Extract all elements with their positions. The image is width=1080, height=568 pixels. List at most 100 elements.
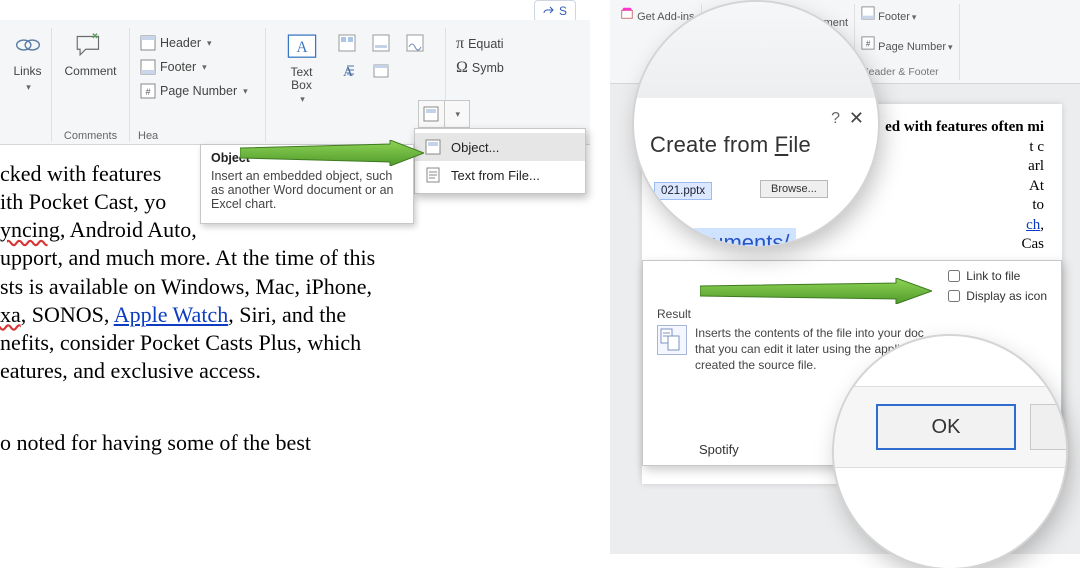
ribbon-group-comments: Comment Comments	[52, 28, 130, 142]
svg-text:A: A	[296, 39, 307, 56]
doc-line: o noted for having some of the best	[0, 430, 311, 455]
svg-text:#: #	[145, 87, 150, 97]
omega-icon: Ω	[456, 59, 468, 77]
ribbon-group-links: Links ▾	[4, 28, 52, 142]
drop-cap-icon: A	[338, 62, 356, 80]
header-icon	[140, 35, 156, 51]
object-button-dropdown[interactable]: ▾	[445, 101, 470, 127]
display-as-icon-label: Display as icon	[966, 289, 1047, 303]
link-icon	[11, 30, 45, 60]
doc-line: , Android Auto,	[60, 217, 197, 242]
footer-icon	[140, 59, 156, 75]
symbol-button[interactable]: Ω Symb	[452, 56, 508, 80]
right-page-number-label: Page Number	[878, 41, 946, 53]
link-to-file-input[interactable]	[948, 270, 960, 282]
quick-parts-button[interactable]	[331, 30, 363, 56]
share-button[interactable]: S	[534, 0, 576, 22]
doc-line: sts is available on Windows, Mac, iPhone…	[0, 274, 372, 299]
footer-button[interactable]: Footer ▾	[136, 56, 252, 78]
browse-button[interactable]: Browse...	[760, 180, 828, 198]
magnifier-top: ? ✕ Create from File 021.pptx Browse... …	[634, 2, 878, 246]
menu-item-object-label: Object...	[451, 140, 499, 155]
doc-line: , SONOS,	[21, 302, 114, 327]
drop-cap-button[interactable]: A	[331, 58, 363, 84]
embed-icon	[658, 326, 688, 356]
footer-label: Footer	[160, 60, 196, 74]
comment-label: Comment	[64, 64, 116, 78]
share-label: S	[559, 4, 567, 18]
create-from-file-tab[interactable]: Create from File	[650, 132, 811, 157]
chevron-down-icon: ▾	[207, 38, 212, 49]
links-button[interactable]: Links ▾	[7, 28, 49, 95]
right-doc-link[interactable]: ch	[1026, 217, 1040, 233]
signature-icon	[406, 34, 424, 52]
comment-icon	[73, 30, 107, 60]
chevron-down-icon: ▾	[243, 86, 248, 97]
doc-line: upport, and much more. At the time of th…	[0, 245, 375, 270]
right-doc-line: to	[1032, 197, 1044, 213]
ribbon-group-header-footer: Header ▾ Footer ▾ # Page Number ▾ Hea	[130, 28, 266, 142]
text-box-label: Text Box	[290, 66, 312, 92]
doc-line: cked with features	[0, 161, 161, 186]
right-doc-line: t c	[1029, 139, 1044, 155]
date-time-icon	[372, 62, 390, 80]
text-box-button[interactable]: A Text Box ▾	[281, 30, 323, 107]
object-icon	[425, 139, 441, 155]
magnifier-bottom: OK	[834, 336, 1066, 568]
doc-line: eatures, and exclusive access.	[0, 358, 261, 383]
header-button[interactable]: Header ▾	[136, 32, 252, 54]
store-icon	[620, 6, 634, 20]
dialog-result-header: Result	[657, 307, 1047, 321]
chevron-down-icon: ▾	[26, 82, 31, 93]
object-split-button[interactable]: ▾	[418, 100, 470, 128]
header-label: Header	[160, 36, 201, 50]
blank-cell	[399, 58, 431, 84]
object-icon	[423, 106, 439, 122]
result-icon	[657, 325, 687, 355]
link-to-file-label: Link to file	[966, 269, 1020, 283]
display-as-icon-checkbox[interactable]: Display as icon	[948, 289, 1047, 303]
embedded-object-caption: Spotify	[699, 442, 739, 457]
links-label: Links	[13, 64, 41, 78]
right-doc-line: arl	[1028, 158, 1044, 174]
display-as-icon-input[interactable]	[948, 290, 960, 302]
page-number-button[interactable]: # Page Number ▾	[136, 80, 252, 102]
dialog-close-button[interactable]: ✕	[849, 108, 864, 129]
link-to-file-checkbox[interactable]: Link to file	[948, 269, 1047, 283]
doc-link-apple-watch[interactable]: Apple Watch	[114, 302, 229, 327]
chevron-down-icon: ▾	[202, 62, 207, 73]
right-footer-label: Footer	[878, 11, 910, 23]
page-number-label: Page Number	[160, 84, 237, 98]
pi-icon: π	[456, 35, 464, 53]
signature-button[interactable]	[399, 30, 431, 56]
menu-item-object[interactable]: Object...	[415, 133, 585, 161]
menu-item-text-from-file-label: Text from File...	[451, 168, 540, 183]
dialog-help-button[interactable]: ?	[831, 110, 840, 128]
chevron-down-icon: ▾	[300, 94, 305, 105]
filename-field[interactable]: 021.pptx	[654, 182, 712, 200]
share-icon	[543, 5, 555, 17]
comment-button[interactable]: Comment	[60, 28, 120, 80]
svg-text:A: A	[343, 65, 354, 80]
blank-cell	[365, 86, 397, 112]
date-time-button[interactable]	[365, 58, 397, 84]
group-label-headerfooter: Hea	[130, 130, 265, 142]
doc-line: nefits, consider Pocket Casts Plus, whic…	[0, 330, 361, 355]
equation-label: Equati	[468, 37, 503, 51]
doc-word-spellerror: xa	[0, 302, 21, 327]
doc-line: ith Pocket Cast, yo	[0, 189, 166, 214]
page-number-icon: #	[140, 83, 156, 99]
group-label-comments: Comments	[52, 130, 129, 142]
file-path-highlight: \Documents/	[660, 228, 796, 246]
wordart-button[interactable]	[365, 30, 397, 56]
symbol-label: Symb	[472, 61, 504, 75]
cancel-button[interactable]	[1030, 404, 1066, 450]
equation-button[interactable]: π Equati	[452, 32, 508, 56]
doc-word-spellerror: yncing	[0, 217, 60, 242]
chevron-down-icon: ▾	[455, 109, 460, 120]
document-text: cked with features ith Pocket Cast, yo y…	[0, 160, 460, 457]
right-doc-line: At	[1029, 178, 1044, 194]
ok-button[interactable]: OK	[876, 404, 1016, 450]
wordart-icon	[372, 34, 390, 52]
object-button-main[interactable]	[419, 101, 445, 127]
